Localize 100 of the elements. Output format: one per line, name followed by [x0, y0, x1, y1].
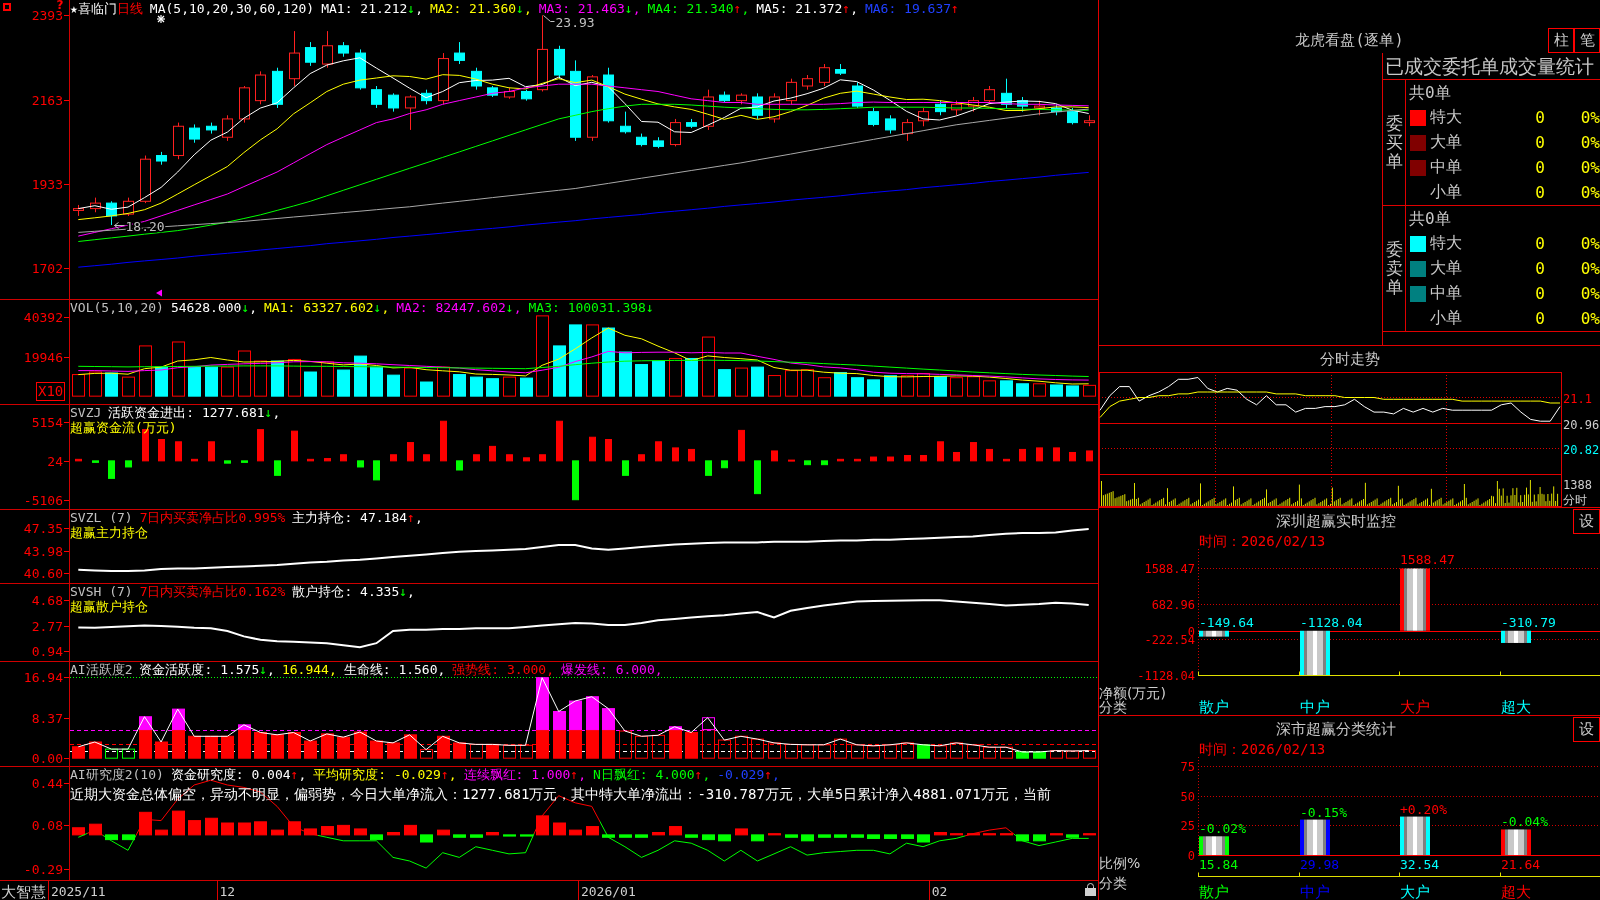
candlestick	[1034, 100, 1045, 116]
axis-tick-label: 5154	[31, 414, 63, 430]
research-bar	[89, 823, 102, 836]
activity-bar	[586, 729, 599, 759]
axis-title: 净额(万元)	[1099, 685, 1166, 701]
settings-button[interactable]: 设	[1573, 509, 1600, 534]
research-bar	[122, 834, 135, 841]
fund-flow-bar	[754, 460, 761, 495]
panel-title: 深圳超赢实时监控	[1276, 511, 1396, 531]
fund-flow-bar	[357, 460, 364, 468]
research-bar	[271, 829, 284, 836]
axis-tick-label: 24	[47, 453, 63, 469]
indicator-value: MA5: 21.372↑,	[756, 1, 858, 16]
order-size-label: 中单	[1430, 157, 1462, 178]
candlestick	[819, 63, 830, 87]
order-total: 共0单	[1408, 82, 1451, 104]
order-size-label: 大单	[1430, 132, 1462, 153]
indicator-name: AI研究度2(10)	[70, 767, 164, 782]
fund-flow-bar	[506, 454, 513, 462]
research-bar	[354, 828, 367, 836]
axis-tick-label: -5106	[23, 492, 63, 508]
category-label: 超大	[1501, 698, 1531, 715]
candlestick	[902, 118, 913, 142]
research-bar	[702, 834, 715, 841]
candlestick	[289, 30, 300, 87]
research-bar	[238, 822, 251, 836]
candlestick	[1001, 78, 1012, 109]
candlestick	[719, 91, 730, 103]
candlestick	[587, 74, 598, 142]
activity-bar	[89, 741, 102, 759]
order-count: 0	[1535, 259, 1545, 278]
indicator-value: 7日内买卖净占比0.995%	[139, 510, 286, 525]
volume-bar	[602, 327, 615, 397]
axis-tick-label: 0.44	[31, 775, 63, 791]
axis-title: 分类	[1099, 699, 1127, 715]
candlestick	[173, 122, 184, 160]
fund-flow-bar	[854, 458, 861, 462]
indicator-value: 连续飘红: 1.000↑,	[463, 767, 586, 782]
volume-bar	[72, 374, 85, 397]
volume-bar	[867, 379, 880, 397]
activity-bar	[172, 729, 185, 759]
fund-flow-bar	[440, 420, 447, 462]
activity-bar	[718, 739, 731, 759]
research-bar	[983, 833, 996, 836]
fund-flow-bar	[705, 460, 712, 476]
research-bar	[602, 834, 615, 838]
candlestick	[968, 96, 979, 113]
indicator-value: 资金活跃度: 1.575↓,	[139, 662, 275, 677]
indicator-value: 54628.000↓,	[170, 300, 258, 315]
axis-tick-label: 75	[1180, 759, 1195, 774]
fund-flow-bar	[92, 460, 99, 463]
panel-title: 深市超赢分类统计	[1276, 719, 1396, 739]
research-bar	[867, 834, 880, 839]
order-percent: 0%	[1580, 158, 1600, 177]
activity-bar	[967, 744, 980, 759]
research-bar	[619, 834, 632, 838]
axis-tick-label: 50	[1180, 789, 1195, 804]
fund-flow-bar	[423, 454, 430, 462]
pointer-line	[543, 15, 555, 22]
fund-flow-bar	[108, 460, 115, 479]
date-label: 2025/11	[50, 884, 106, 899]
fund-flow-bar	[523, 457, 530, 462]
order-percent: 0%	[1580, 309, 1600, 328]
volume-bar	[619, 351, 632, 397]
activity-bar	[354, 731, 367, 759]
candlestick	[106, 200, 117, 226]
order-percent: 0%	[1580, 183, 1600, 202]
volume-bar	[254, 360, 267, 397]
order-size-label: 中单	[1430, 283, 1462, 304]
activity-bar	[221, 735, 234, 759]
indicator-name: SVSH (7)	[70, 584, 133, 599]
order-size-label: 特大	[1430, 233, 1462, 254]
volume-bar	[1083, 384, 1096, 397]
volume-bar	[884, 375, 897, 397]
fund-flow-bar	[556, 420, 563, 462]
chart-period: 日线	[116, 1, 143, 16]
fund-flow-bar	[672, 447, 679, 462]
category-label: 中户	[1300, 698, 1330, 715]
research-bar	[901, 834, 914, 839]
volume-bar	[404, 367, 417, 397]
fund-flow-bar	[870, 456, 877, 462]
activity-bar	[470, 743, 483, 759]
indicator-title: 超赢散户持仓	[70, 599, 148, 614]
view-toggle-button[interactable]: 柱	[1548, 28, 1574, 53]
fund-flow-bar	[175, 441, 182, 462]
change-label: -0.15%	[1300, 804, 1347, 820]
fund-flow-bar	[373, 460, 380, 481]
candlestick	[1084, 114, 1095, 127]
net-flow-bar	[1501, 630, 1531, 643]
settings-button[interactable]: 设	[1573, 717, 1600, 742]
volume-bar	[420, 381, 433, 397]
candlestick	[868, 107, 879, 127]
research-bar	[288, 821, 301, 836]
axis-tick-label: 4.68	[31, 592, 63, 608]
fund-flow-bar	[655, 441, 662, 462]
research-bar	[1083, 833, 1096, 836]
activity-bar	[1083, 750, 1096, 759]
candlestick	[918, 107, 929, 127]
view-toggle-button[interactable]: 笔	[1574, 28, 1600, 53]
axis-tick-label: 0.00	[31, 750, 63, 766]
